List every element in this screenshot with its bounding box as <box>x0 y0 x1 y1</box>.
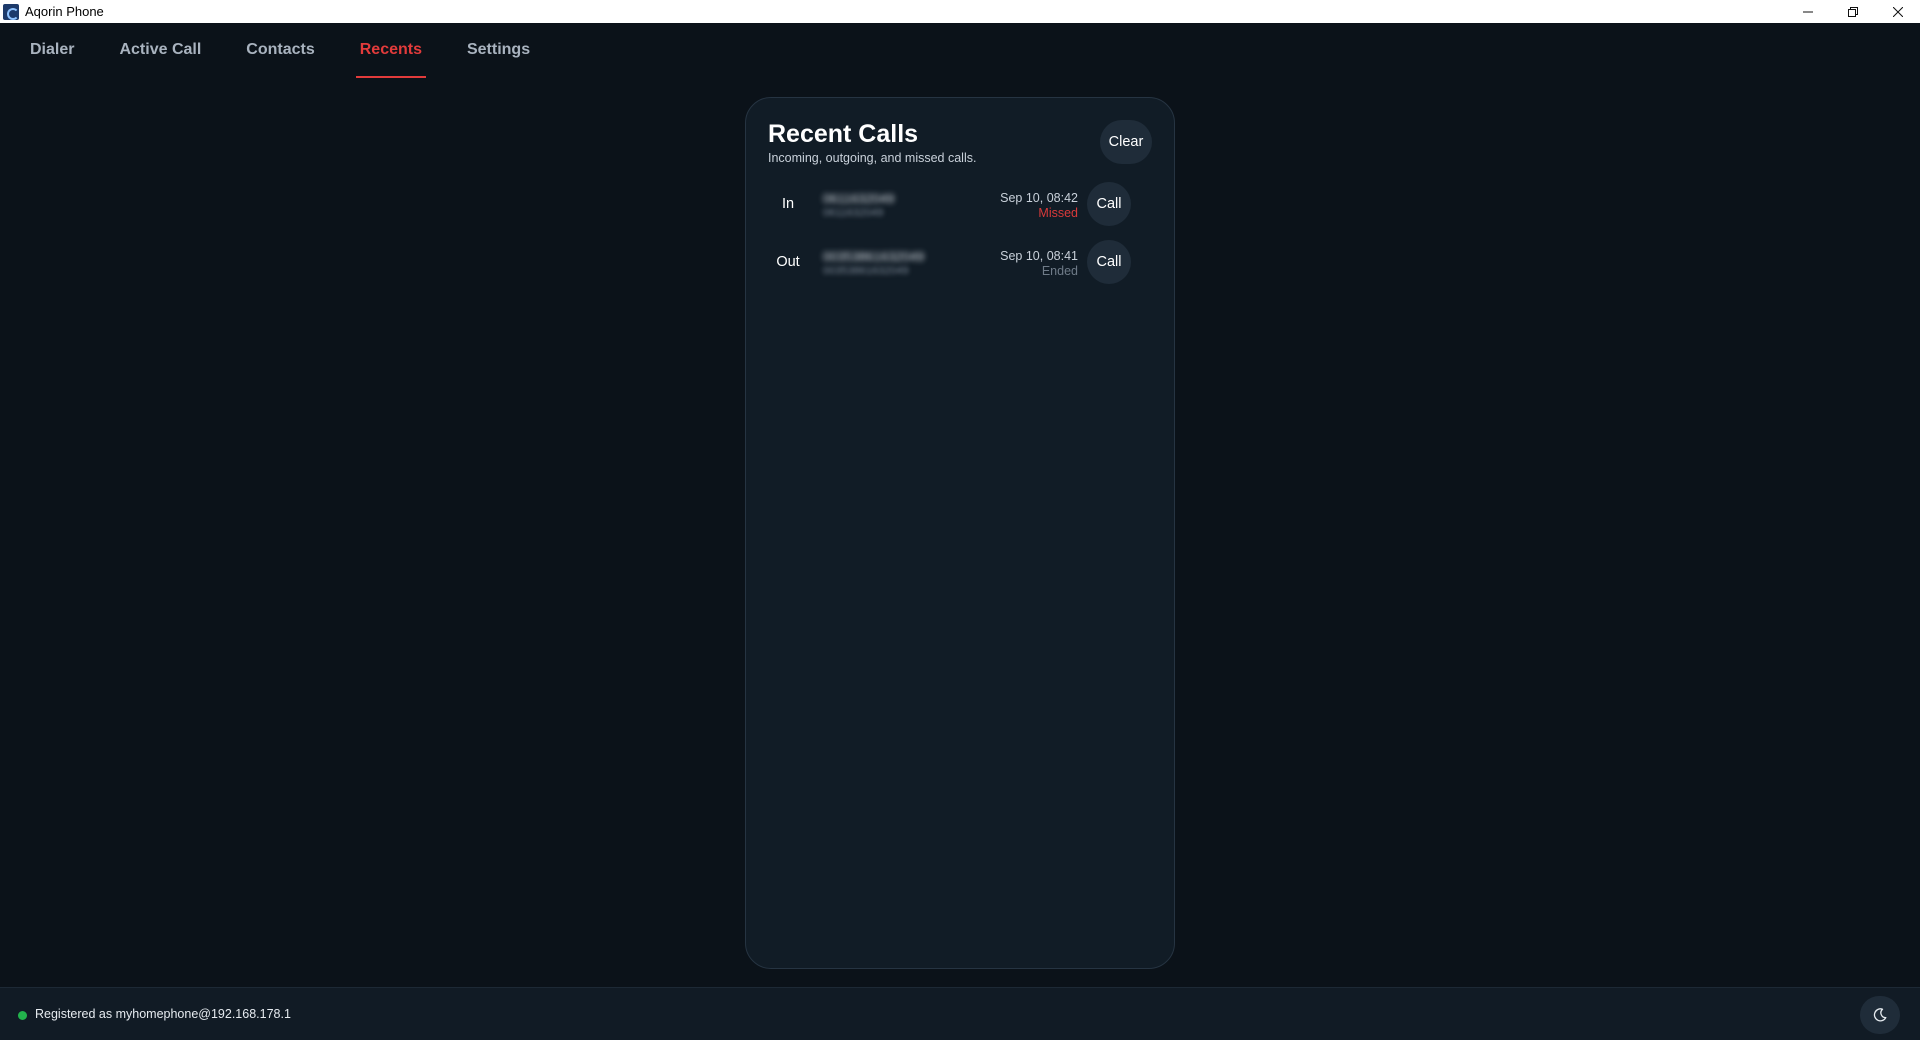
call-time: Sep 10, 08:41 <box>1000 249 1078 263</box>
call-status: Missed <box>1038 206 1078 220</box>
moon-icon <box>1873 1008 1887 1022</box>
call-time: Sep 10, 08:42 <box>1000 191 1078 205</box>
page-title: Recent Calls <box>768 120 919 148</box>
call-list: In 0611632049 0611632049 Sep 10, 08:42 M… <box>746 182 1174 298</box>
minimize-icon[interactable] <box>1785 0 1830 23</box>
page-subtitle: Incoming, outgoing, and missed calls. <box>768 151 977 165</box>
tab-settings[interactable]: Settings <box>463 23 534 76</box>
call-number-secondary: 0611632049 <box>823 207 884 219</box>
main-nav: Dialer Active Call Contacts Recents Sett… <box>0 23 1920 78</box>
call-direction: In <box>781 196 795 212</box>
close-icon[interactable] <box>1875 0 1920 23</box>
call-row: In 0611632049 0611632049 Sep 10, 08:42 M… <box>746 182 1174 240</box>
window-title: Aqorin Phone <box>25 4 104 19</box>
clear-button[interactable]: Clear <box>1100 120 1152 164</box>
tab-recents[interactable]: Recents <box>355 23 427 78</box>
restore-icon[interactable] <box>1830 0 1875 23</box>
call-button[interactable]: Call <box>1087 182 1131 226</box>
status-bar: Registered as myhomephone@192.168.178.1 <box>0 987 1920 1040</box>
call-direction: Out <box>776 254 800 270</box>
recent-calls-card: Recent Calls Incoming, outgoing, and mis… <box>745 97 1175 969</box>
call-number-secondary: 00353861632049 <box>823 265 909 277</box>
call-button[interactable]: Call <box>1087 240 1131 284</box>
call-number: 00353861632049 <box>823 249 925 264</box>
window-titlebar: Aqorin Phone <box>0 0 1920 23</box>
registration-status: Registered as myhomephone@192.168.178.1 <box>35 1007 291 1021</box>
call-number: 0611632049 <box>823 191 895 206</box>
card-header: Recent Calls Incoming, outgoing, and mis… <box>768 120 976 165</box>
tab-contacts[interactable]: Contacts <box>242 23 318 76</box>
call-row: Out 00353861632049 00353861632049 Sep 10… <box>746 240 1174 298</box>
registration-status-dot <box>18 1011 27 1020</box>
tab-active-call[interactable]: Active Call <box>115 23 205 76</box>
call-status: Ended <box>1041 264 1078 278</box>
theme-toggle-button[interactable] <box>1860 996 1900 1034</box>
app-icon <box>3 3 19 20</box>
window-controls <box>1785 0 1920 23</box>
tab-dialer[interactable]: Dialer <box>26 23 78 76</box>
